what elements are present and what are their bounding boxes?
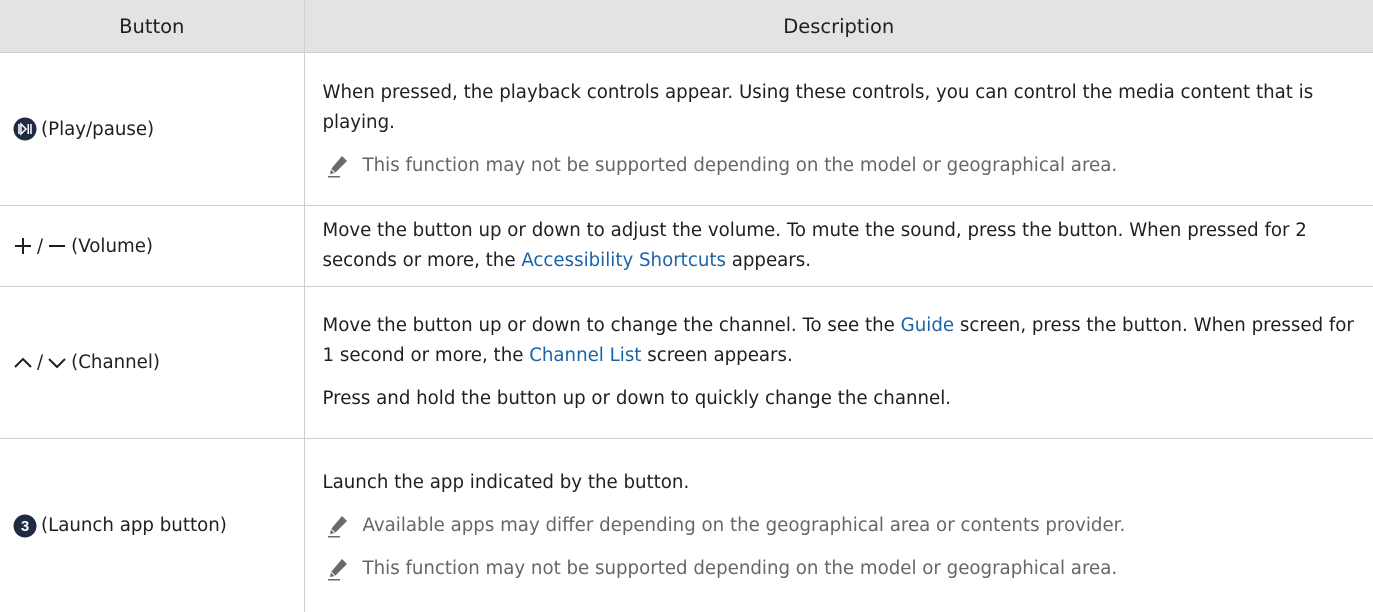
- table-row: 3 (Launch app button) Launch the app ind…: [0, 439, 1373, 612]
- channel-list-link[interactable]: Channel List: [529, 345, 641, 366]
- guide-link[interactable]: Guide: [901, 315, 954, 336]
- table-row: / (Volume) Move the button up or down to…: [0, 206, 1373, 287]
- chevron-up-icon: [13, 353, 33, 373]
- header-button: Button: [0, 0, 304, 53]
- note-text: This function may not be supported depen…: [363, 554, 1118, 584]
- button-label: (Play/pause): [41, 119, 154, 140]
- plus-icon: [13, 236, 33, 256]
- button-cell: (Play/pause): [0, 53, 304, 206]
- note-text: Available apps may differ depending on t…: [363, 511, 1126, 541]
- button-cell: / (Channel): [0, 287, 304, 439]
- description-text: Move the button up or down to adjust the…: [323, 216, 1362, 276]
- button-cell: / (Volume): [0, 206, 304, 287]
- description-text: Move the button up or down to change the…: [323, 311, 1362, 371]
- accessibility-shortcuts-link[interactable]: Accessibility Shortcuts: [521, 250, 726, 271]
- note: This function may not be supported depen…: [323, 554, 1362, 584]
- button-cell: 3 (Launch app button): [0, 439, 304, 612]
- button-label: (Channel): [71, 352, 160, 373]
- pencil-icon: [327, 557, 349, 581]
- chevron-up-down-icon: /: [13, 352, 67, 373]
- chevron-down-icon: [47, 353, 67, 373]
- table-header-row: Button Description: [0, 0, 1373, 53]
- pencil-icon: [327, 154, 349, 178]
- remote-buttons-table: Button Description: [0, 0, 1373, 612]
- pencil-icon: [327, 514, 349, 538]
- description-cell: When pressed, the playback controls appe…: [304, 53, 1373, 206]
- description-part: appears.: [726, 250, 811, 271]
- badge-number: 3: [21, 518, 29, 535]
- separator: /: [37, 352, 43, 373]
- description-part: Move the button up or down to adjust the…: [323, 220, 1307, 271]
- description-cell: Move the button up or down to change the…: [304, 287, 1373, 439]
- description-text: When pressed, the playback controls appe…: [323, 78, 1362, 138]
- description-text: Launch the app indicated by the button.: [323, 468, 1362, 498]
- description-cell: Launch the app indicated by the button. …: [304, 439, 1373, 612]
- description-part: screen appears.: [641, 345, 792, 366]
- button-label: (Launch app button): [41, 515, 227, 536]
- note: This function may not be supported depen…: [323, 151, 1362, 181]
- plus-minus-icon: /: [13, 236, 67, 257]
- number-3-icon: 3: [13, 514, 37, 538]
- description-text-2: Press and hold the button up or down to …: [323, 384, 1362, 414]
- table-row: / (Channel) Move the button up or down t…: [0, 287, 1373, 439]
- header-description: Description: [304, 0, 1373, 53]
- note-text: This function may not be supported depen…: [363, 151, 1118, 181]
- play-pause-icon: [13, 117, 37, 141]
- note: Available apps may differ depending on t…: [323, 511, 1362, 541]
- description-part: Move the button up or down to change the…: [323, 315, 901, 336]
- description-cell: Move the button up or down to adjust the…: [304, 206, 1373, 287]
- separator: /: [37, 236, 43, 257]
- minus-icon: [47, 236, 67, 256]
- button-label: (Volume): [71, 236, 153, 257]
- table-row: (Play/pause) When pressed, the playback …: [0, 53, 1373, 206]
